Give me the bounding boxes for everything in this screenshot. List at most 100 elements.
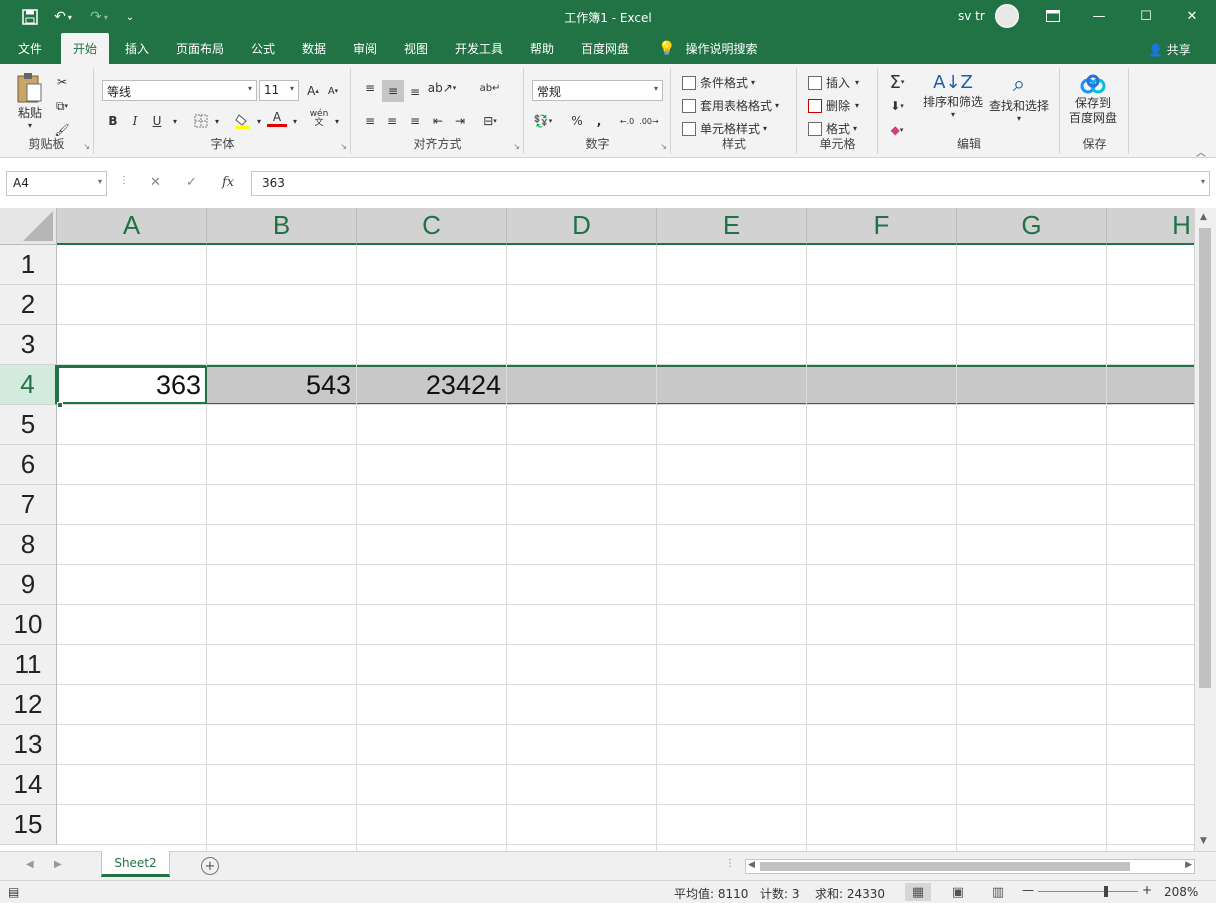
number-format-combo[interactable]: 常规 ▾	[532, 80, 663, 101]
clipboard-launcher-icon[interactable]: ↘	[83, 142, 90, 151]
format-as-table-button[interactable]: 套用表格格式 ▾	[682, 97, 779, 114]
number-launcher-icon[interactable]: ↘	[660, 142, 667, 151]
row-header-3[interactable]: 3	[0, 325, 57, 365]
zoom-slider-thumb[interactable]	[1104, 886, 1108, 897]
font-launcher-icon[interactable]: ↘	[340, 142, 347, 151]
cut-icon[interactable]: ✂	[52, 72, 72, 92]
row-header-1[interactable]: 1	[0, 245, 57, 285]
conditional-formatting-button[interactable]: 条件格式 ▾	[682, 74, 755, 91]
row-header-4[interactable]: 4	[0, 365, 57, 405]
decrease-indent-icon[interactable]: ⇤	[428, 111, 448, 131]
avatar[interactable]	[995, 4, 1019, 28]
tab-file[interactable]: 文件	[18, 33, 42, 64]
sheet-tab-sheet2[interactable]: Sheet2	[101, 851, 170, 877]
row-header-5[interactable]: 5	[0, 405, 57, 445]
tab-split-grip-icon[interactable]: ⋮	[725, 858, 735, 869]
scroll-left-icon[interactable]: ◀	[748, 860, 755, 870]
comma-style-button[interactable]: ,	[589, 111, 609, 131]
underline-dropdown-icon[interactable]: ▾	[165, 111, 185, 131]
zoom-slider[interactable]	[1038, 891, 1138, 892]
orientation-icon[interactable]: ab↗ ▾	[428, 78, 457, 98]
column-header-e[interactable]: E	[657, 208, 807, 245]
row-header-11[interactable]: 11	[0, 645, 57, 685]
autosum-icon[interactable]: Σ ▾	[887, 72, 907, 93]
increase-decimal-icon[interactable]: ←.0	[617, 111, 637, 131]
vertical-scroll-thumb[interactable]	[1199, 228, 1211, 688]
prev-sheet-icon[interactable]: ◀	[26, 859, 34, 870]
tab-view[interactable]: 视图	[404, 33, 428, 64]
merge-center-icon[interactable]: ⊟ ▾	[480, 111, 500, 131]
font-size-combo[interactable]: 11 ▾	[259, 80, 299, 101]
maximize-button[interactable]: ☐	[1134, 5, 1158, 27]
align-left-icon[interactable]: ≡	[360, 111, 380, 131]
share-button[interactable]: 👤 共享	[1148, 41, 1191, 58]
tab-formulas[interactable]: 公式	[251, 33, 275, 64]
normal-view-icon[interactable]: ▦	[905, 883, 931, 901]
ribbon-display-icon[interactable]	[1041, 5, 1065, 27]
align-bottom-icon[interactable]: ≡	[405, 82, 425, 102]
decrease-font-icon[interactable]: A ▾	[323, 81, 343, 101]
next-sheet-icon[interactable]: ▶	[54, 859, 62, 870]
row-header-15[interactable]: 15	[0, 805, 57, 845]
insert-function-button[interactable]: fx	[222, 175, 234, 190]
tab-data[interactable]: 数据	[302, 33, 326, 64]
font-color-button[interactable]: A	[267, 109, 287, 127]
align-middle-icon[interactable]: ≡	[382, 80, 404, 102]
align-top-icon[interactable]: ≡	[360, 78, 380, 98]
select-all-button[interactable]	[0, 208, 57, 245]
column-header-b[interactable]: B	[207, 208, 357, 245]
cell-c4[interactable]: 23424	[357, 367, 501, 403]
cancel-icon[interactable]: ✕	[150, 175, 161, 190]
percent-style-button[interactable]: %	[567, 111, 587, 131]
italic-button[interactable]: I	[125, 111, 145, 131]
minimize-button[interactable]: —	[1087, 5, 1111, 27]
accounting-format-icon[interactable]: 💱 ▾	[533, 111, 553, 131]
column-header-d[interactable]: D	[507, 208, 657, 245]
tab-home[interactable]: 开始	[61, 33, 110, 64]
row-header-8[interactable]: 8	[0, 525, 57, 565]
zoom-in-button[interactable]: +	[1142, 883, 1152, 897]
tab-baidu-netdisk[interactable]: 百度网盘	[581, 33, 629, 64]
horizontal-scrollbar[interactable]: ◀ ▶	[745, 859, 1195, 874]
tell-me-search[interactable]: 💡 操作说明搜索	[658, 33, 757, 64]
tab-review[interactable]: 审阅	[353, 33, 377, 64]
page-break-view-icon[interactable]: ▥	[985, 883, 1011, 901]
vertical-scrollbar[interactable]: ▲ ▼	[1194, 208, 1216, 851]
column-header-a[interactable]: A	[57, 208, 207, 245]
add-sheet-icon[interactable]: +	[201, 857, 219, 875]
macro-record-icon[interactable]: ▤	[8, 885, 19, 899]
tab-insert[interactable]: 插入	[125, 33, 149, 64]
insert-cells-button[interactable]: 插入 ▾	[808, 74, 859, 91]
column-header-g[interactable]: G	[957, 208, 1107, 245]
tab-help[interactable]: 帮助	[530, 33, 554, 64]
align-right-icon[interactable]: ≡	[405, 111, 425, 131]
formula-input[interactable]: 363 ▾	[251, 171, 1210, 196]
row-header-10[interactable]: 10	[0, 605, 57, 645]
align-center-icon[interactable]: ≡	[382, 111, 402, 131]
scroll-right-icon[interactable]: ▶	[1185, 860, 1192, 870]
tab-page-layout[interactable]: 页面布局	[176, 33, 224, 64]
row-header-14[interactable]: 14	[0, 765, 57, 805]
row-header-6[interactable]: 6	[0, 445, 57, 485]
save-to-baidu-button[interactable]: 保存到 百度网盘	[1069, 74, 1117, 126]
tab-developer[interactable]: 开发工具	[455, 33, 503, 64]
enter-icon[interactable]: ✓	[186, 175, 197, 190]
underline-button[interactable]: U	[147, 111, 167, 131]
zoom-out-button[interactable]: —	[1022, 883, 1034, 897]
user-name[interactable]: sv tr	[958, 9, 985, 23]
phonetic-guide-button[interactable]: wén 文	[309, 109, 329, 129]
page-layout-view-icon[interactable]: ▣	[945, 883, 971, 901]
close-button[interactable]: ✕	[1180, 5, 1204, 27]
zoom-level[interactable]: 208%	[1164, 885, 1198, 899]
fill-icon[interactable]: ⬇ ▾	[887, 96, 907, 116]
name-box[interactable]: A4 ▾	[6, 171, 107, 196]
scroll-up-icon[interactable]: ▲	[1200, 212, 1207, 222]
font-color-dropdown-icon[interactable]: ▾	[285, 111, 305, 131]
row-header-7[interactable]: 7	[0, 485, 57, 525]
horizontal-scroll-thumb[interactable]	[760, 862, 1130, 871]
delete-cells-button[interactable]: 删除 ▾	[808, 97, 859, 114]
font-name-combo[interactable]: 等线 ▾	[102, 80, 257, 101]
decrease-decimal-icon[interactable]: .00→	[639, 111, 659, 131]
find-select-button[interactable]: ⌕ 查找和选择 ▾	[989, 72, 1049, 123]
collapse-ribbon-icon[interactable]: ︿	[1196, 144, 1206, 159]
